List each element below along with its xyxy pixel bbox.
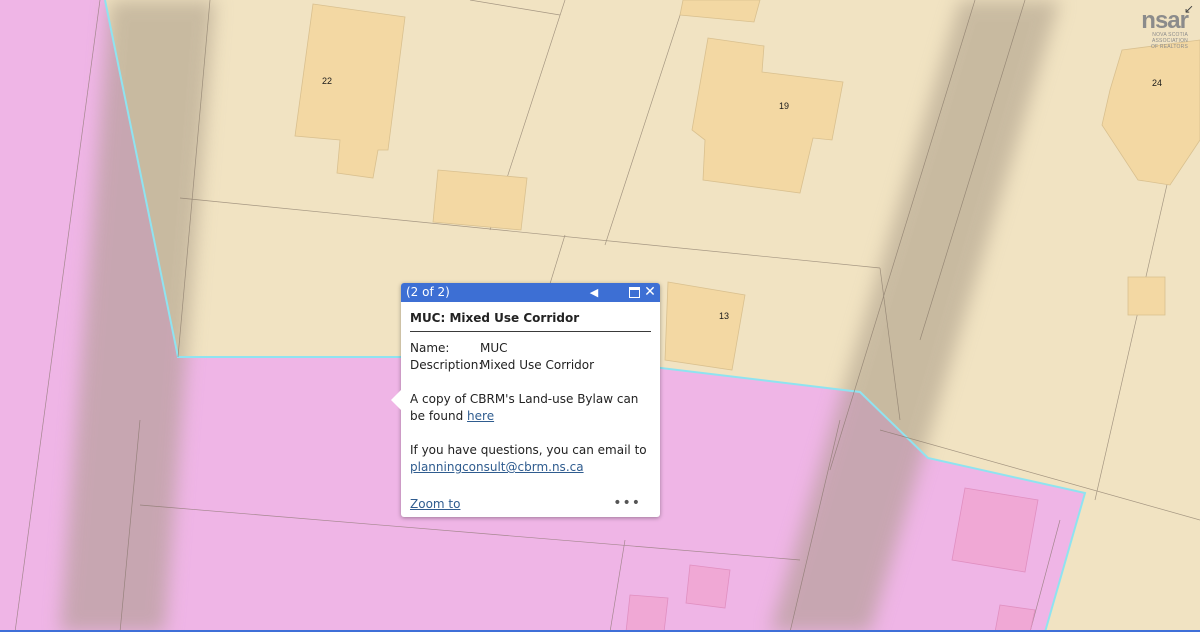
building-small xyxy=(432,169,528,231)
attribute-label: Description: xyxy=(410,358,483,372)
bylaw-link[interactable]: here xyxy=(467,409,494,423)
building-13 xyxy=(664,281,746,371)
popup-footer: Zoom to ••• xyxy=(410,496,651,513)
logo-subtitle-2: OF REALTORS xyxy=(1150,44,1188,50)
logo-subtitle-1: NOVA SCOTIA ASSOCIATION xyxy=(1151,32,1188,44)
building-shed xyxy=(1127,276,1166,316)
maximize-button[interactable] xyxy=(626,283,642,302)
attribute-label: Name: xyxy=(410,341,450,355)
attribute-value: Mixed Use Corridor xyxy=(480,358,595,372)
popup-header: (2 of 2) ◀ ✕ xyxy=(401,283,660,302)
popup-title: MUC: Mixed Use Corridor xyxy=(410,311,651,332)
contact-paragraph: If you have questions, you can email to … xyxy=(410,442,651,476)
popup-pointer xyxy=(391,390,401,410)
expand-icon[interactable]: ↙ xyxy=(1182,2,1196,16)
lot-number-19: 19 xyxy=(779,101,789,111)
popup-body: MUC: Mixed Use Corridor Name: MUC Descri… xyxy=(401,302,660,476)
zoom-to-link[interactable]: Zoom to xyxy=(410,497,460,511)
nsar-logo: nsar NOVA SCOTIA ASSOCIATION OF REALTORS xyxy=(1116,7,1189,51)
popup-panel: (2 of 2) ◀ ✕ MUC: Mixed Use Corridor Nam… xyxy=(391,283,660,517)
email-link[interactable]: planningconsult@cbrm.ns.ca xyxy=(410,460,584,474)
previous-feature-button[interactable]: ◀ xyxy=(586,283,602,302)
attribute-value: MUC xyxy=(480,341,508,355)
maximize-icon xyxy=(628,286,640,298)
attribute-row-description: Description: Mixed Use Corridor xyxy=(410,357,651,374)
lot-number-24: 24 xyxy=(1152,78,1162,88)
lot-number-13: 13 xyxy=(719,311,729,321)
close-button[interactable]: ✕ xyxy=(642,283,658,302)
question-text: If you have questions, you can email to xyxy=(410,443,647,457)
bylaw-paragraph: A copy of CBRM's Land-use Bylaw can be f… xyxy=(410,391,651,425)
logo-wordmark: nsar xyxy=(1141,7,1189,34)
lot-number-22: 22 xyxy=(322,76,332,86)
attribute-row-name: Name: MUC xyxy=(410,340,651,357)
more-options-button[interactable]: ••• xyxy=(613,496,641,510)
popup-counter: (2 of 2) xyxy=(406,285,450,299)
bylaw-text: A copy of CBRM's Land-use Bylaw can be f… xyxy=(410,392,639,423)
